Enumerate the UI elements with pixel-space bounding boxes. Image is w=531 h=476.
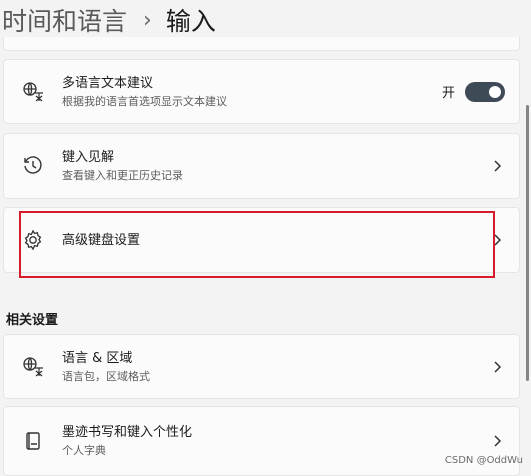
chevron-right-icon	[489, 433, 505, 449]
breadcrumb: 时间和语言 › 输入	[0, 0, 531, 40]
watermark: CSDN @OddWu	[444, 455, 523, 466]
setting-subtitle: 查看键入和更正历史记录	[62, 169, 183, 182]
chevron-right-icon	[489, 158, 505, 174]
history-icon	[22, 155, 44, 177]
setting-multilingual-suggestions: 多语言文本建议 根据我的语言首选项显示文本建议 开	[3, 59, 520, 124]
notebook-icon	[22, 430, 44, 452]
toggle-knob	[489, 85, 501, 98]
setting-title: 键入见解	[62, 150, 115, 165]
setting-subtitle: 语言包，区域格式	[62, 369, 150, 383]
toggle-state-label: 开	[441, 86, 455, 101]
vertical-scrollbar[interactable]	[526, 105, 529, 381]
page-title: 输入	[165, 7, 216, 36]
setting-title: 语言 & 区域	[62, 350, 133, 366]
breadcrumb-parent[interactable]: 时间和语言	[2, 2, 127, 38]
multilingual-suggestions-toggle[interactable]	[465, 81, 505, 102]
setting-subtitle: 根据我的语言首选项显示文本建议	[62, 94, 227, 108]
related-settings-heading: 相关设置	[6, 313, 59, 328]
setting-typing-insights[interactable]: 键入见解 查看键入和更正历史记录	[3, 133, 520, 199]
related-inking-typing[interactable]: 墨迹书写和键入个性化 个人字典	[3, 406, 520, 476]
related-language-region[interactable]: 语言 & 区域 语言包，区域格式	[3, 334, 520, 399]
language-text-icon	[22, 81, 44, 103]
previous-card-edge	[3, 37, 520, 51]
setting-title: 墨迹书写和键入个性化	[62, 425, 193, 440]
language-region-icon	[22, 356, 44, 378]
highlight-box	[19, 211, 495, 278]
chevron-right-icon	[489, 359, 505, 375]
breadcrumb-separator: ›	[143, 7, 152, 33]
setting-title: 多语言文本建议	[62, 75, 154, 91]
setting-subtitle: 个人字典	[62, 444, 106, 457]
